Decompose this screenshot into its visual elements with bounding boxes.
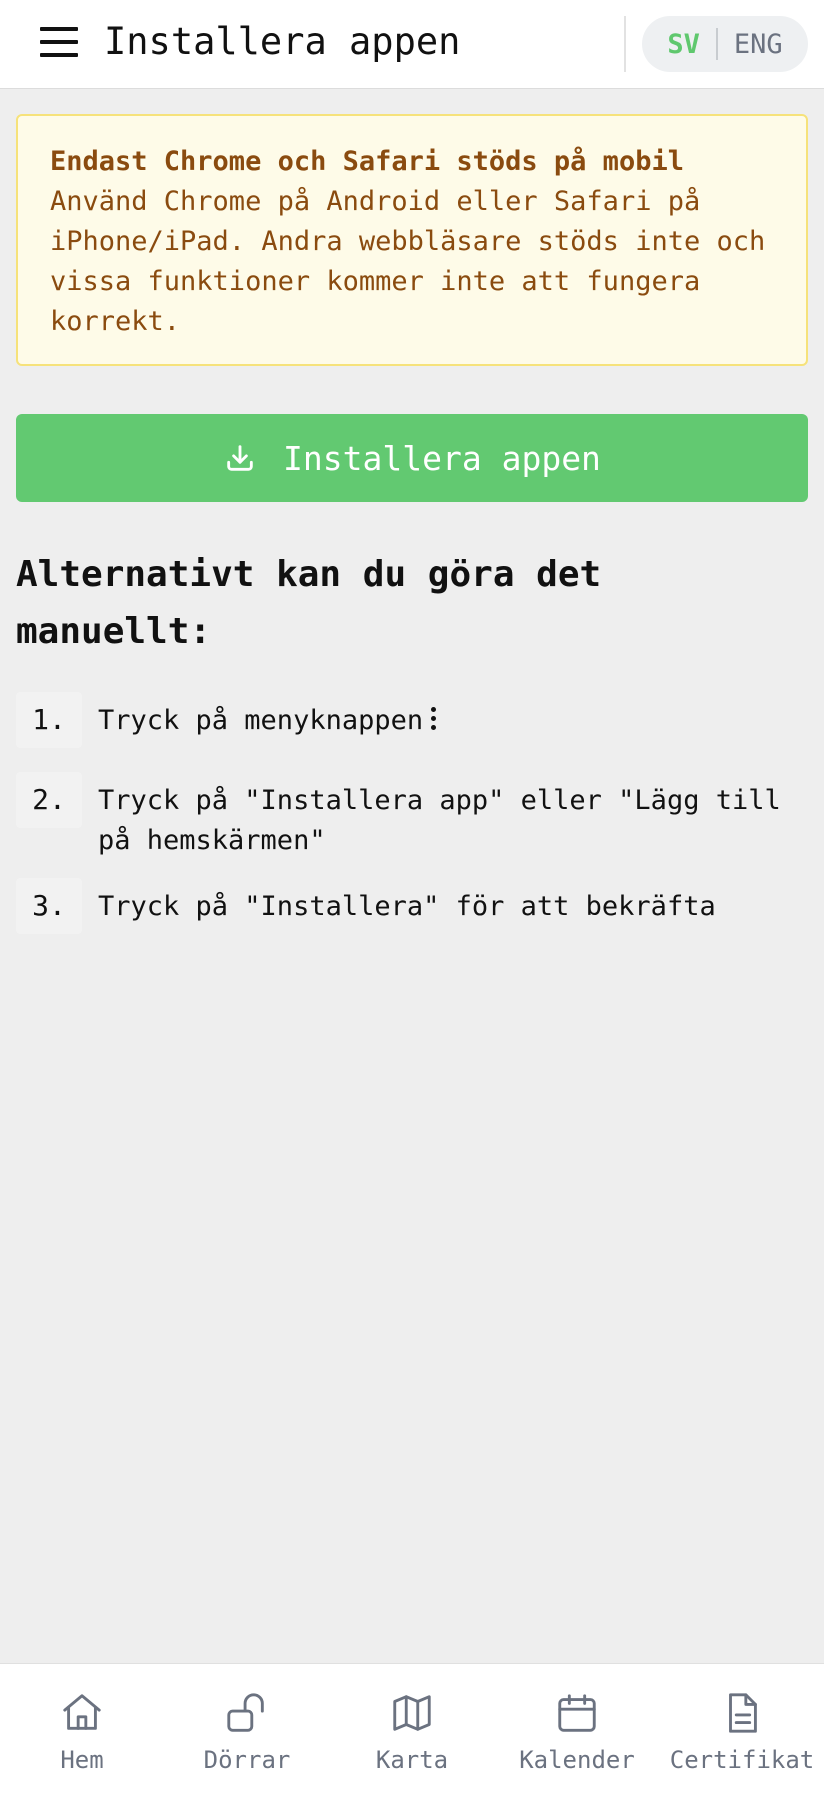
download-icon bbox=[227, 445, 253, 471]
step-text: Tryck på menyknappen bbox=[98, 701, 818, 741]
nav-label: Certifikat bbox=[669, 1746, 815, 1774]
unlock-icon bbox=[227, 1693, 264, 1732]
nav-label: Karta bbox=[375, 1746, 449, 1774]
page: Installera appen SV ENG Endast Chrome oc… bbox=[0, 0, 824, 1800]
browser-support-warning: Endast Chrome och Safari stöds på mobil … bbox=[16, 114, 808, 366]
nav-item-hem[interactable]: Hem bbox=[0, 1690, 164, 1790]
manual-install-heading: Alternativt kan du göra det manuellt: bbox=[16, 554, 602, 652]
language-toggle: SV ENG bbox=[642, 16, 808, 72]
language-sv-button[interactable]: SV bbox=[667, 29, 716, 60]
language-eng-button[interactable]: ENG bbox=[718, 29, 783, 60]
step-text-label: Tryck på menyknappen bbox=[98, 705, 424, 736]
step-text: Tryck på "Installera app" eller "Lägg ti… bbox=[98, 785, 781, 856]
nav-label: Kalender bbox=[519, 1746, 635, 1774]
calendar-icon bbox=[558, 1694, 596, 1732]
install-app-button-label: Installera appen bbox=[283, 438, 601, 478]
nav-item-karta[interactable]: Karta bbox=[330, 1690, 494, 1790]
step-number: 3. bbox=[16, 878, 82, 934]
warning-title: Endast Chrome och Safari stöds på mobil bbox=[50, 146, 684, 177]
nav-item-dorrar[interactable]: Dörrar bbox=[165, 1690, 329, 1790]
nav-label: Dörrar bbox=[203, 1746, 291, 1774]
hamburger-menu-icon[interactable] bbox=[40, 20, 80, 64]
step-number: 1. bbox=[16, 692, 82, 748]
warning-text: Använd Chrome på Android eller Safari på… bbox=[50, 186, 766, 337]
step-number: 2. bbox=[16, 772, 82, 828]
bottom-navigation: Hem Dörrar Karta Kalender Certifikat bbox=[0, 1663, 824, 1800]
kebab-menu-icon bbox=[431, 706, 437, 731]
header-divider bbox=[624, 16, 626, 72]
nav-item-certifikat[interactable]: Certifikat bbox=[660, 1690, 824, 1790]
top-app-bar: Installera appen SV ENG bbox=[0, 0, 824, 89]
map-icon bbox=[393, 1695, 431, 1731]
home-icon bbox=[63, 1694, 101, 1730]
nav-item-kalender[interactable]: Kalender bbox=[495, 1690, 659, 1790]
install-app-button[interactable]: Installera appen bbox=[16, 414, 808, 502]
page-title: Installera appen bbox=[104, 20, 461, 63]
nav-label: Hem bbox=[60, 1746, 104, 1774]
document-icon bbox=[729, 1693, 757, 1733]
step-text: Tryck på "Installera" för att bekräfta bbox=[98, 891, 716, 922]
